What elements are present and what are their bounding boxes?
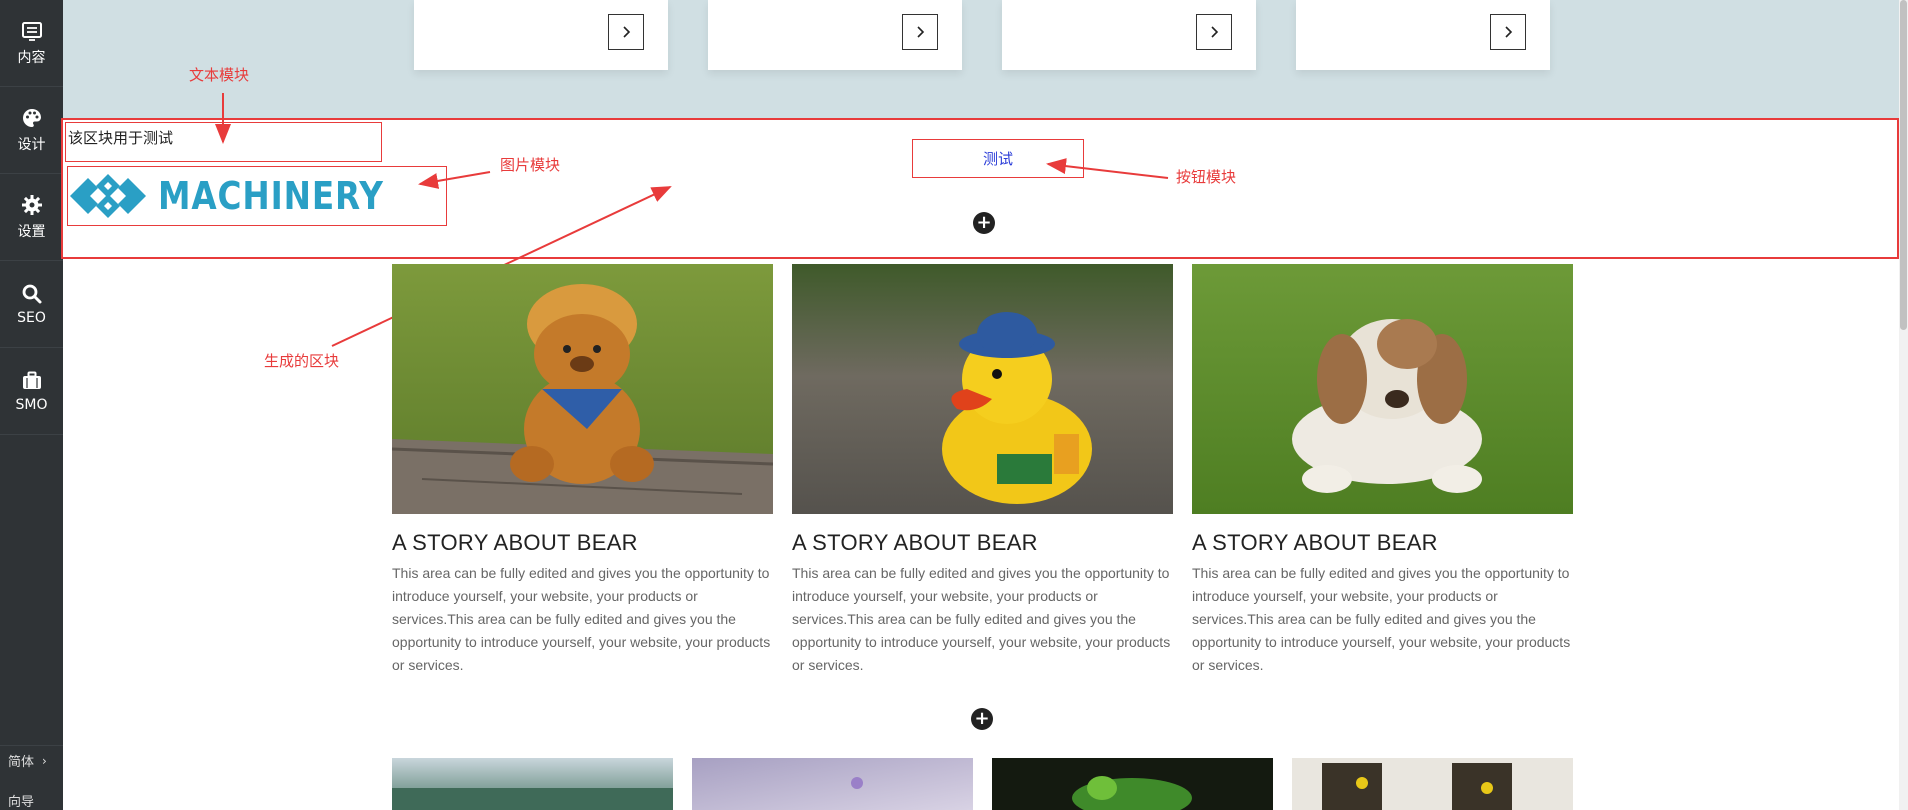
story-card: A STORY ABOUT BEAR This area can be full… [792, 264, 1173, 677]
generated-block[interactable]: 该区块用于测试 MACHINERY 测试 + [61, 118, 1899, 259]
sidebar-item-label: 设置 [17, 224, 46, 240]
machinery-logo-mark [70, 174, 146, 218]
next-button[interactable] [1196, 14, 1232, 50]
gear-icon [21, 195, 42, 215]
sidebar-item-design[interactable]: 设计 [0, 87, 63, 174]
card-title: A STORY ABOUT BEAR [392, 530, 638, 555]
add-module-button[interactable]: + [971, 708, 993, 730]
feature-card [414, 0, 668, 70]
feature-card [1002, 0, 1256, 70]
add-module-button[interactable]: + [973, 212, 995, 234]
annotation-button-module: 按钮模块 [1176, 168, 1237, 186]
feature-strip [63, 0, 1899, 118]
annotation-image-module: 图片模块 [500, 156, 561, 174]
sidebar-item-label: 设计 [17, 137, 46, 153]
gallery-image [692, 758, 973, 810]
image-module[interactable]: MACHINERY [67, 166, 447, 226]
chevron-right-icon [623, 26, 631, 38]
scrollbar-thumb[interactable] [1900, 0, 1907, 330]
sidebar-item-seo[interactable]: SEO [0, 261, 63, 348]
guide-label: 向导 [8, 794, 35, 810]
palette-icon [22, 109, 41, 127]
text-module[interactable]: 该区块用于测试 [65, 122, 382, 162]
sidebar-item-label: SMO [15, 397, 48, 413]
briefcase-icon [22, 371, 41, 389]
vertical-scrollbar[interactable] [1899, 0, 1908, 810]
card-body: This area can be fully edited and gives … [392, 565, 771, 673]
left-sidebar: 内容 设计 设置 SEO SMO 简体 › 向导 [0, 0, 63, 810]
guide-link[interactable]: 向导 [0, 785, 63, 810]
test-button-label: 测试 [982, 150, 1013, 168]
next-button[interactable] [608, 14, 644, 50]
test-button[interactable]: 测试 [912, 139, 1084, 178]
gallery-image [992, 758, 1273, 810]
story-card: A STORY ABOUT BEAR This area can be full… [1192, 264, 1573, 677]
story-card: A STORY ABOUT BEAR This area can be full… [392, 264, 773, 677]
language-label: 简体 [8, 755, 35, 770]
feature-card [1296, 0, 1550, 70]
rubber-duck-photo [792, 264, 1173, 514]
annotation-generated-block: 生成的区块 [264, 352, 340, 370]
card-body: This area can be fully edited and gives … [1192, 565, 1571, 673]
next-button[interactable] [1490, 14, 1526, 50]
content-icon [21, 22, 42, 41]
sidebar-item-smo[interactable]: SMO [0, 348, 63, 435]
annotation-text-module: 文本模块 [189, 66, 250, 84]
card-title: A STORY ABOUT BEAR [792, 530, 1038, 555]
gallery-image [392, 758, 673, 810]
chevron-right-icon [917, 26, 925, 38]
logo-text: MACHINERY [158, 174, 384, 218]
chevron-right-icon: › [42, 753, 47, 768]
sidebar-item-content[interactable]: 内容 [0, 0, 63, 87]
chevron-right-icon [1505, 26, 1513, 38]
sidebar-item-label: 内容 [17, 50, 46, 66]
card-title: A STORY ABOUT BEAR [1192, 530, 1438, 555]
search-icon [22, 284, 41, 304]
sidebar-item-settings[interactable]: 设置 [0, 174, 63, 261]
card-body: This area can be fully edited and gives … [792, 565, 1171, 673]
sidebar-item-label: SEO [17, 310, 46, 326]
gallery-image [1292, 758, 1573, 810]
language-selector[interactable]: 简体 › [0, 745, 63, 775]
next-button[interactable] [902, 14, 938, 50]
chevron-right-icon [1211, 26, 1219, 38]
feature-card [708, 0, 962, 70]
teddy-bear-photo [392, 264, 773, 514]
plush-dog-photo [1192, 264, 1573, 514]
